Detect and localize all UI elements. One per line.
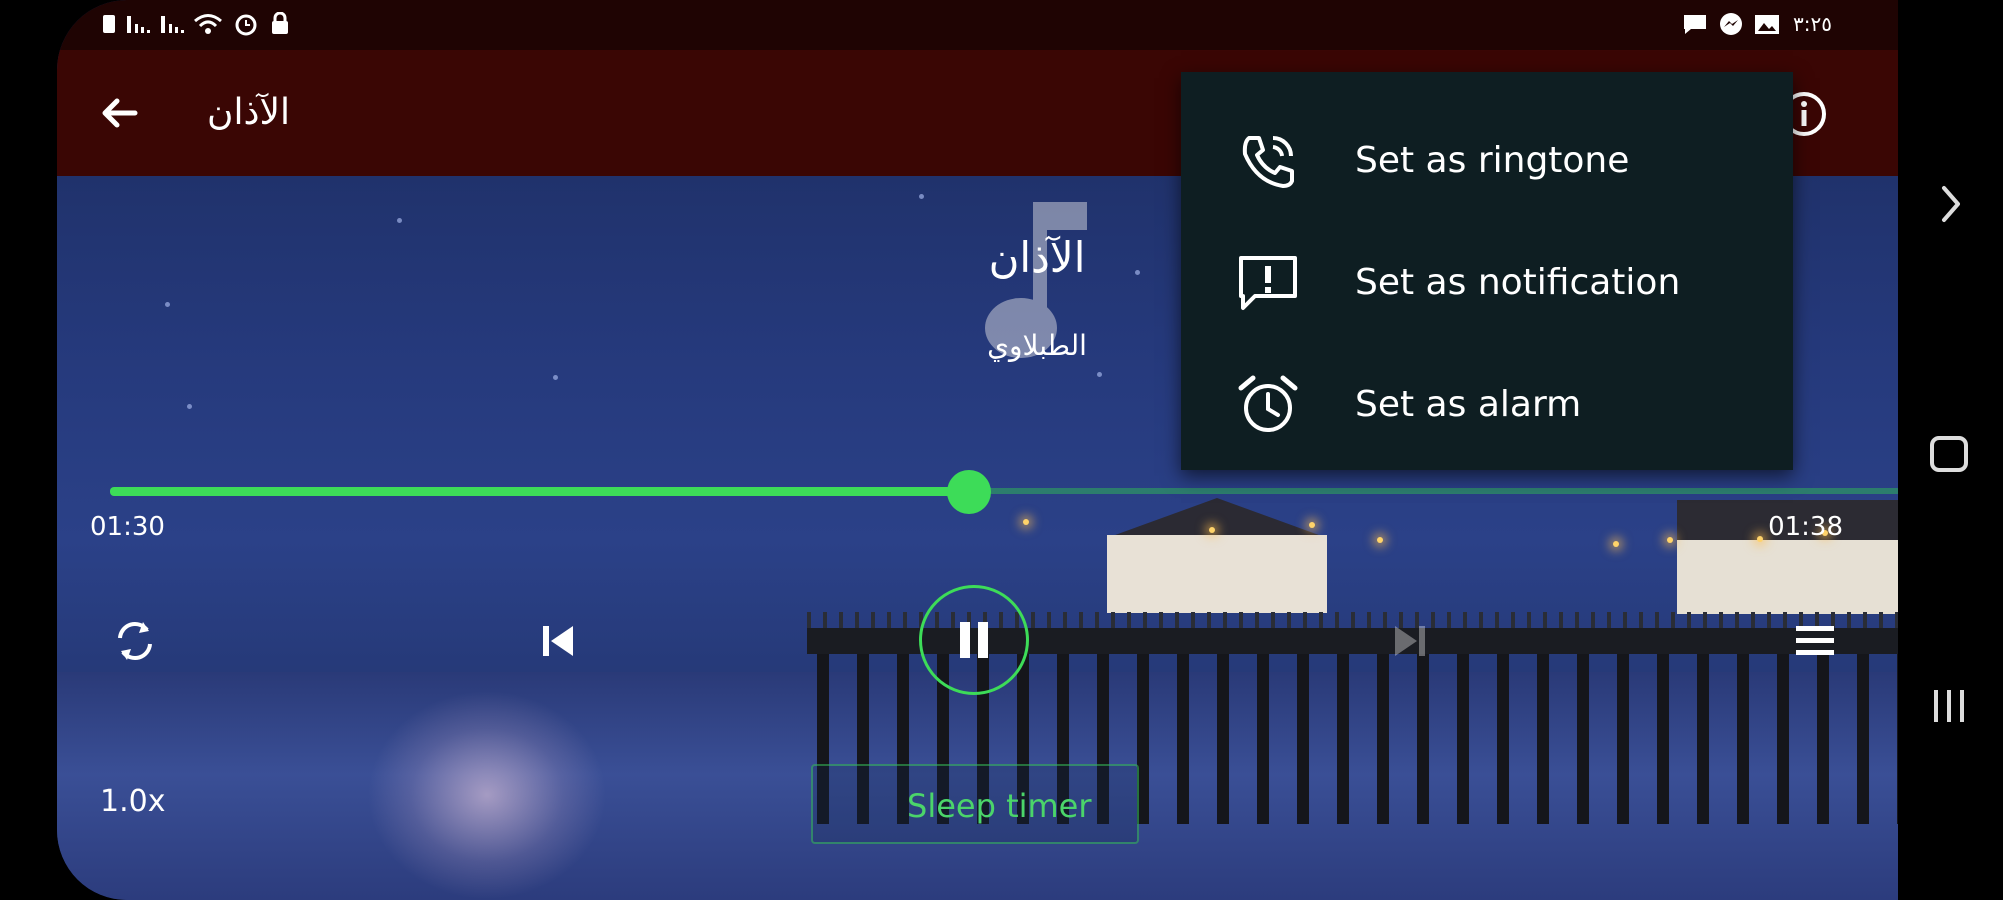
seek-thumb[interactable] bbox=[947, 470, 992, 514]
notification-alert-icon bbox=[1239, 256, 1297, 310]
alarm-icon bbox=[235, 14, 257, 36]
recent-apps-icon[interactable] bbox=[1898, 666, 2003, 746]
playlist-icon[interactable] bbox=[1792, 620, 1838, 662]
track-artist: الطبلاوي bbox=[987, 329, 1087, 362]
sim-icon bbox=[103, 15, 115, 33]
menu-item-label: Set as notification bbox=[1355, 262, 1681, 303]
menu-item-label: Set as alarm bbox=[1355, 384, 1582, 425]
navigation-bar bbox=[1898, 0, 2003, 900]
playback-speed-button[interactable]: 1.0x bbox=[100, 782, 165, 822]
menu-item-set-alarm[interactable]: Set as alarm bbox=[1181, 342, 1793, 464]
gallery-icon bbox=[1755, 15, 1779, 34]
track-title: الآذان bbox=[988, 233, 1086, 282]
status-time: ٣:٢٥ bbox=[1793, 12, 1832, 36]
home-icon[interactable] bbox=[1898, 414, 2003, 494]
wifi-icon bbox=[194, 14, 222, 34]
menu-item-set-notification[interactable]: Set as notification bbox=[1181, 220, 1793, 342]
moon-icon bbox=[857, 788, 875, 824]
seek-progress bbox=[110, 487, 970, 496]
overflow-menu: Set as ringtone Set as notification Set … bbox=[1181, 72, 1793, 470]
pause-button[interactable] bbox=[919, 585, 1029, 695]
menu-item-set-ringtone[interactable]: Set as ringtone bbox=[1181, 98, 1793, 220]
skip-previous-icon[interactable] bbox=[535, 618, 581, 664]
sleep-timer-label: Sleep timer bbox=[907, 787, 1092, 825]
toolbar-title: الآذان bbox=[207, 92, 291, 133]
sleep-timer-button[interactable]: Sleep timer bbox=[811, 764, 1139, 844]
messenger-icon bbox=[1720, 13, 1742, 35]
alarm-clock-icon bbox=[1238, 375, 1298, 432]
signal-icon bbox=[127, 16, 150, 33]
app-screen: ٣:٢٥ الآذان الآذان الطبلاوي 01:30 01:38 bbox=[57, 0, 1898, 900]
pause-icon bbox=[960, 622, 988, 658]
repeat-icon[interactable] bbox=[110, 616, 160, 666]
signal-icon bbox=[161, 16, 184, 33]
seek-bar[interactable] bbox=[110, 466, 1898, 518]
status-bar: ٣:٢٥ bbox=[57, 0, 1898, 50]
time-total: 01:38 bbox=[1768, 512, 1843, 542]
phone-ringing-icon bbox=[1242, 136, 1294, 188]
chevron-right-icon[interactable] bbox=[1898, 164, 2003, 244]
back-arrow-icon[interactable] bbox=[95, 88, 145, 138]
skip-next-icon[interactable] bbox=[1387, 618, 1433, 664]
vpn-lock-icon bbox=[272, 12, 288, 34]
time-elapsed: 01:30 bbox=[90, 512, 165, 542]
menu-item-label: Set as ringtone bbox=[1355, 140, 1630, 181]
message-icon bbox=[1684, 15, 1706, 34]
